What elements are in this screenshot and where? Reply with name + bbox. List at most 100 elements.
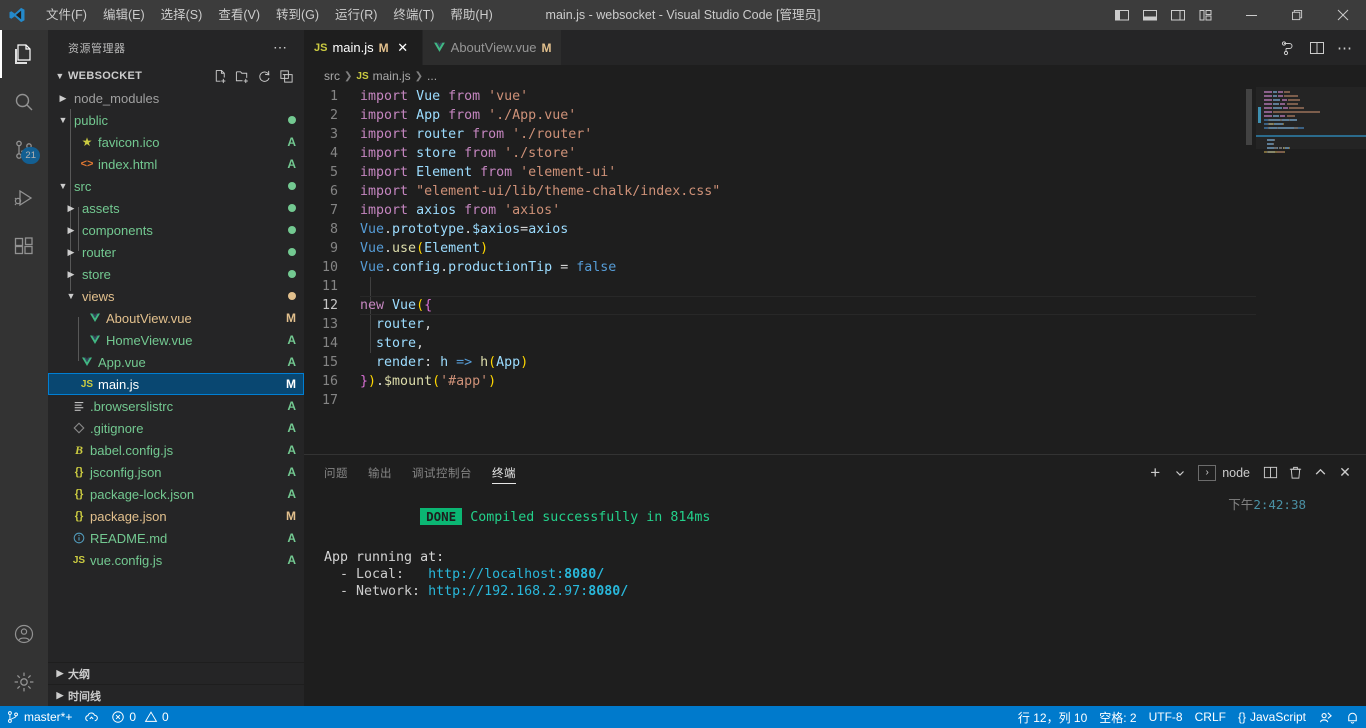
code-line[interactable]: 10 Vue.config.productionTip = false: [304, 258, 1256, 277]
tree-row-selected[interactable]: JS main.js M: [48, 373, 304, 395]
tab-close-icon[interactable]: ✕: [394, 39, 412, 57]
tab-aboutview-vue[interactable]: AboutView.vue M: [422, 30, 563, 65]
chevron-right-icon[interactable]: ▶: [56, 93, 70, 104]
activity-explorer[interactable]: [0, 30, 48, 78]
status-indentation[interactable]: 空格: 2: [1093, 706, 1142, 728]
status-feedback[interactable]: [1312, 706, 1339, 728]
network-port[interactable]: 8080/: [588, 584, 628, 599]
tree-row[interactable]: ▼ src: [48, 175, 304, 197]
tree-row[interactable]: ▶ node_modules: [48, 87, 304, 109]
chevron-right-icon[interactable]: ▶: [64, 225, 78, 236]
sidebar-more-icon[interactable]: ⋯: [273, 39, 296, 56]
code-lines[interactable]: 1 import Vue from 'vue' 2 import App from '…: [304, 87, 1256, 454]
activity-account[interactable]: [0, 610, 48, 658]
tree-row[interactable]: {} package.json M: [48, 505, 304, 527]
minimize-button[interactable]: [1228, 0, 1274, 30]
tree-row[interactable]: ▶ components: [48, 219, 304, 241]
menu-go[interactable]: 转到(G): [268, 0, 327, 30]
code-line[interactable]: 2 import App from './App.vue': [304, 106, 1256, 125]
customize-layout-icon[interactable]: [1192, 0, 1220, 30]
activity-run-debug[interactable]: [0, 174, 48, 222]
outline-section[interactable]: ▶ 大纲: [48, 662, 304, 684]
breadcrumb-file[interactable]: main.js: [373, 69, 411, 83]
status-notifications[interactable]: [1339, 706, 1366, 728]
code-line[interactable]: 3 import router from './router': [304, 125, 1256, 144]
tree-row[interactable]: AboutView.vue M: [48, 307, 304, 329]
new-file-icon[interactable]: [210, 66, 230, 86]
toggle-panel-icon[interactable]: [1136, 0, 1164, 30]
code-line[interactable]: 16}).$mount('#app'): [304, 372, 1256, 391]
tree-row[interactable]: .gitignore A: [48, 417, 304, 439]
tree-row[interactable]: README.md A: [48, 527, 304, 549]
timeline-section[interactable]: ▶ 时间线: [48, 684, 304, 706]
split-vertical-icon[interactable]: [1276, 30, 1302, 65]
status-language[interactable]: {} JavaScript: [1232, 706, 1312, 728]
status-branch[interactable]: master*+: [0, 706, 78, 728]
editor-scrollbar[interactable]: [1246, 89, 1252, 145]
menu-selection[interactable]: 选择(S): [153, 0, 211, 30]
new-terminal-icon[interactable]: +: [1144, 461, 1166, 485]
code-line[interactable]: 17: [304, 391, 1256, 410]
close-panel-icon[interactable]: ✕: [1334, 461, 1356, 485]
trash-icon[interactable]: [1284, 461, 1306, 485]
new-folder-icon[interactable]: [232, 66, 252, 86]
project-root-header[interactable]: ▼ WEBSOCKET: [48, 65, 304, 87]
menu-run[interactable]: 运行(R): [327, 0, 385, 30]
collapse-all-icon[interactable]: [276, 66, 296, 86]
chevron-right-icon[interactable]: ▶: [64, 269, 78, 280]
tree-row[interactable]: App.vue A: [48, 351, 304, 373]
code-line[interactable]: 13 router,: [304, 315, 1256, 334]
status-cursor-position[interactable]: 行 12，列 10: [1012, 706, 1093, 728]
code-line[interactable]: 9 Vue.use(Element): [304, 239, 1256, 258]
tree-row[interactable]: {} package-lock.json A: [48, 483, 304, 505]
maximize-panel-icon[interactable]: [1309, 461, 1331, 485]
toggle-primary-sidebar-icon[interactable]: [1108, 0, 1136, 30]
status-problems[interactable]: 0 0: [105, 706, 174, 728]
code-line[interactable]: 11: [304, 277, 1256, 296]
maximize-button[interactable]: [1274, 0, 1320, 30]
minimap[interactable]: [1256, 87, 1366, 454]
menu-edit[interactable]: 编辑(E): [95, 0, 153, 30]
tab-output[interactable]: 输出: [368, 455, 392, 490]
menu-help[interactable]: 帮助(H): [442, 0, 500, 30]
code-line[interactable]: 8 Vue.prototype.$axios=axios: [304, 220, 1256, 239]
active-terminal-item[interactable]: › node: [1198, 464, 1250, 481]
toggle-secondary-sidebar-icon[interactable]: [1164, 0, 1192, 30]
menu-view[interactable]: 查看(V): [210, 0, 268, 30]
status-sync[interactable]: [78, 706, 105, 728]
network-url[interactable]: http://192.168.2.97:: [428, 584, 588, 599]
tree-row[interactable]: {} jsconfig.json A: [48, 461, 304, 483]
chevron-down-icon[interactable]: ▼: [56, 115, 70, 125]
split-editor-icon[interactable]: [1304, 30, 1330, 65]
code-line[interactable]: 14 store,: [304, 334, 1256, 353]
code-line-active[interactable]: 12 new Vue({: [304, 296, 1256, 315]
local-port[interactable]: 8080/: [564, 567, 604, 582]
code-line[interactable]: 5 import Element from 'element-ui': [304, 163, 1256, 182]
tree-row[interactable]: <> index.html A: [48, 153, 304, 175]
code-editor[interactable]: 1 import Vue from 'vue' 2 import App from '…: [304, 87, 1366, 454]
tab-problems[interactable]: 问题: [324, 455, 348, 490]
tab-debug-console[interactable]: 调试控制台: [412, 455, 472, 490]
refresh-icon[interactable]: [254, 66, 274, 86]
chevron-right-icon[interactable]: ▶: [64, 247, 78, 258]
tree-row[interactable]: ▶ store: [48, 263, 304, 285]
code-line[interactable]: 15 render: h => h(App): [304, 353, 1256, 372]
tree-row[interactable]: JS vue.config.js A: [48, 549, 304, 571]
terminal-output[interactable]: DONE Compiled successfully in 814ms App r…: [304, 490, 1366, 706]
activity-source-control[interactable]: 21: [0, 126, 48, 174]
terminal-dropdown-icon[interactable]: [1169, 461, 1191, 485]
code-line[interactable]: 6 import "element-ui/lib/theme-chalk/inde…: [304, 182, 1256, 201]
status-eol[interactable]: CRLF: [1189, 706, 1232, 728]
breadcrumb-symbol[interactable]: ...: [427, 69, 437, 83]
menu-terminal[interactable]: 终端(T): [385, 0, 442, 30]
split-terminal-icon[interactable]: [1259, 461, 1281, 485]
tree-row[interactable]: ★ favicon.ico A: [48, 131, 304, 153]
code-line[interactable]: 1 import Vue from 'vue': [304, 87, 1256, 106]
more-actions-icon[interactable]: ⋯: [1332, 30, 1358, 65]
tab-main-js[interactable]: JS main.js M ✕: [304, 30, 423, 65]
tree-row[interactable]: Bbabel.config.js A: [48, 439, 304, 461]
chevron-right-icon[interactable]: ▶: [64, 203, 78, 214]
local-url[interactable]: http://localhost:: [428, 567, 564, 582]
chevron-down-icon[interactable]: ▼: [64, 291, 78, 301]
tree-row[interactable]: ▼ public: [48, 109, 304, 131]
